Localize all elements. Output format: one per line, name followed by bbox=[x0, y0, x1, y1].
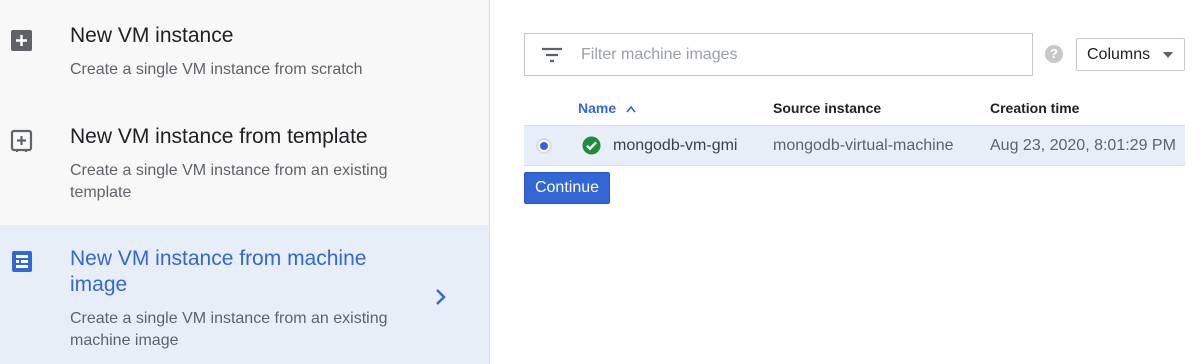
filter-bar[interactable] bbox=[524, 33, 1033, 76]
column-header-source-instance[interactable]: Source instance bbox=[773, 100, 881, 116]
option-title: New VM instance from template bbox=[70, 125, 368, 148]
continue-button[interactable]: Continue bbox=[524, 172, 610, 204]
creation-options-panel: New VM instance Create a single VM insta… bbox=[0, 0, 490, 364]
help-icon[interactable]: ? bbox=[1045, 45, 1063, 63]
row-radio-button[interactable] bbox=[536, 138, 552, 154]
columns-button[interactable]: Columns bbox=[1076, 38, 1185, 71]
option-description: Create a single VM instance from an exis… bbox=[70, 162, 388, 201]
radio-selected-dot bbox=[540, 142, 548, 150]
add-box-icon bbox=[11, 30, 32, 51]
column-header-name[interactable]: Name bbox=[578, 100, 636, 116]
option-description: Create a single VM instance from an exis… bbox=[70, 310, 388, 349]
caret-down-icon bbox=[1163, 52, 1173, 58]
option-new-vm-from-machine-image[interactable]: New VM instance from machine image Creat… bbox=[0, 225, 489, 364]
option-title: New VM instance from machine image bbox=[70, 247, 367, 296]
cell-source-instance: mongodb-virtual-machine bbox=[773, 137, 954, 154]
column-header-name-label: Name bbox=[578, 100, 617, 116]
template-add-icon bbox=[10, 129, 33, 152]
cell-creation-time: Aug 23, 2020, 8:01:29 PM bbox=[990, 137, 1176, 154]
check-circle-icon bbox=[582, 136, 601, 155]
filter-icon bbox=[542, 47, 562, 63]
chevron-right-icon bbox=[436, 289, 446, 305]
cell-name: mongodb-vm-gmi bbox=[613, 137, 738, 154]
option-description: Create a single VM instance from scratch bbox=[70, 61, 363, 78]
filter-input[interactable] bbox=[581, 42, 1021, 68]
option-new-vm-instance[interactable]: New VM instance Create a single VM insta… bbox=[0, 0, 489, 100]
column-header-creation-time[interactable]: Creation time bbox=[990, 100, 1079, 116]
table-row[interactable]: mongodb-vm-gmi mongodb-virtual-machine A… bbox=[524, 125, 1185, 166]
columns-button-label: Columns bbox=[1087, 46, 1151, 63]
machine-image-icon bbox=[12, 251, 32, 272]
option-title: New VM instance bbox=[70, 24, 234, 47]
sort-ascending-icon bbox=[626, 106, 636, 113]
option-new-vm-from-template[interactable]: New VM instance from template Create a s… bbox=[0, 100, 489, 225]
